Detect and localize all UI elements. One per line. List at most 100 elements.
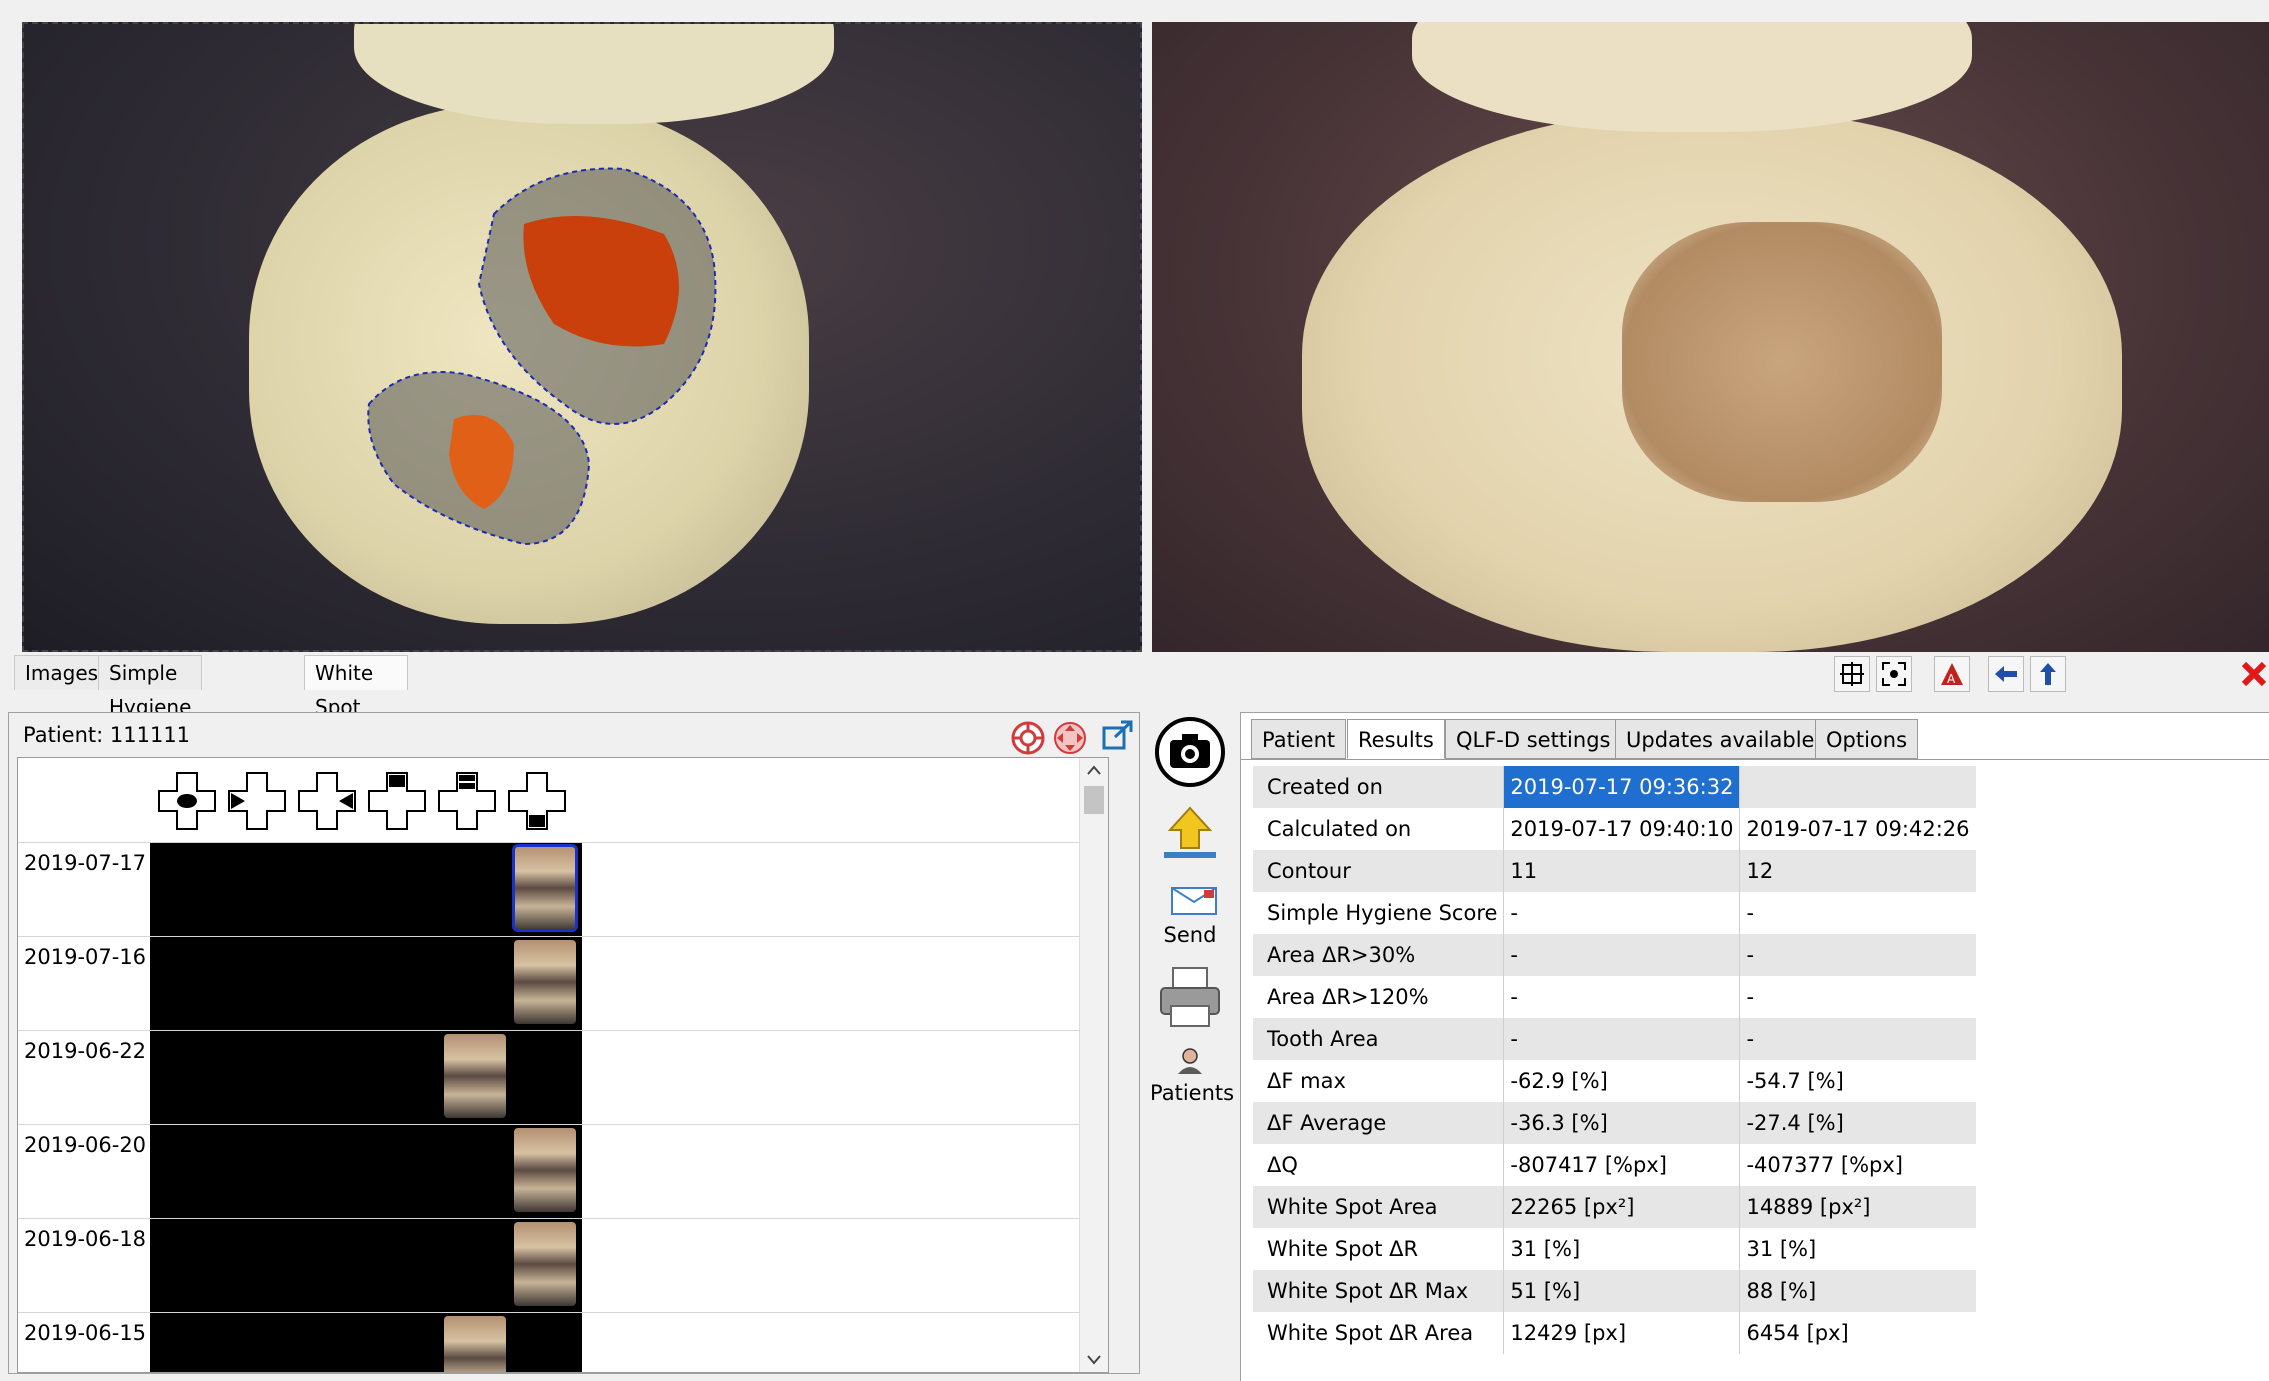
surface-palatal-icon[interactable] <box>503 764 571 838</box>
tab-results[interactable]: Results <box>1347 719 1445 759</box>
tab-qlf-d-settings[interactable]: QLF-D settings <box>1445 719 1622 759</box>
value-cell[interactable]: - <box>1739 1018 1976 1060</box>
upload-button[interactable] <box>1150 804 1230 867</box>
history-row[interactable]: 2019-06-22 <box>18 1030 1108 1125</box>
tab-simple-hygiene-score[interactable]: Simple Hygiene Score <box>98 655 203 753</box>
history-row[interactable]: 2019-06-15 <box>18 1312 1108 1372</box>
value-cell[interactable]: - <box>1739 976 1976 1018</box>
surface-distal-icon[interactable] <box>293 764 361 838</box>
row-label: Created on <box>1253 766 1504 808</box>
arrow-up-icon[interactable] <box>2030 656 2066 692</box>
value-cell[interactable]: -807417 [%px] <box>1503 1144 1740 1186</box>
value-cell[interactable]: - <box>1503 976 1740 1018</box>
popout-icon[interactable] <box>1101 719 1135 753</box>
value-cell[interactable]: - <box>1739 934 1976 976</box>
value-cell[interactable]: - <box>1503 934 1740 976</box>
history-row[interactable]: 2019-06-20 <box>18 1124 1108 1219</box>
results-body: Created on 2019-07-17 09:36:32 Calculate… <box>1241 759 2269 1381</box>
history-row[interactable]: 2019-06-18 <box>18 1218 1108 1313</box>
scroll-down-icon[interactable] <box>1086 1354 1102 1366</box>
image-history-grid[interactable]: 2019-07-17 2019-07-16 2019-06-22 2019-06… <box>17 757 1109 1373</box>
value-cell[interactable]: -27.4 [%] <box>1739 1102 1976 1144</box>
tab-options[interactable]: Options <box>1815 719 1919 759</box>
value-cell[interactable]: 2019-07-17 09:40:10 <box>1503 808 1740 850</box>
history-row[interactable]: 2019-07-17 <box>18 842 1108 937</box>
image-thumbnail[interactable] <box>444 1316 506 1372</box>
camera-button[interactable] <box>1150 716 1230 793</box>
row-label: White Spot ΔR Max <box>1253 1270 1504 1312</box>
patients-button[interactable]: Patients <box>1150 1046 1234 1105</box>
white-light-image-view[interactable] <box>1152 22 2269 652</box>
send-button[interactable]: Send <box>1150 884 1230 947</box>
table-row[interactable]: White Spot Area 22265 [px²] 14889 [px²] <box>1253 1186 1976 1228</box>
history-date: 2019-06-22 <box>24 1039 147 1063</box>
image-thumbnail[interactable] <box>514 1222 576 1306</box>
value-cell[interactable]: - <box>1503 1018 1740 1060</box>
table-row[interactable]: Contour 11 12 <box>1253 850 1976 892</box>
table-row[interactable]: ΔF max -62.9 [%] -54.7 [%] <box>1253 1060 1976 1102</box>
value-cell-selected[interactable]: 2019-07-17 09:36:32 <box>1503 766 1740 808</box>
fit-screen-icon[interactable] <box>1876 656 1912 692</box>
image-thumbnail[interactable] <box>444 1034 506 1118</box>
table-row[interactable]: ΔQ -807417 [%px] -407377 [%px] <box>1253 1144 1976 1186</box>
tab-patient[interactable]: Patient <box>1251 719 1347 759</box>
tab-updates-available[interactable]: Updates available <box>1615 719 1826 759</box>
camera-icon <box>1155 717 1225 787</box>
tab-images[interactable]: Images <box>14 655 110 690</box>
scroll-thumb[interactable] <box>1084 786 1104 814</box>
value-cell[interactable]: 11 <box>1503 850 1740 892</box>
value-cell[interactable]: 31 [%] <box>1739 1228 1976 1270</box>
value-cell[interactable]: 22265 [px²] <box>1503 1186 1740 1228</box>
table-row[interactable]: Simple Hygiene Score - - <box>1253 892 1976 934</box>
svg-text:A: A <box>1947 672 1956 686</box>
tab-white-spot-analysis[interactable]: White Spot Analysis <box>304 655 409 753</box>
table-row[interactable]: Area ΔR>120% - - <box>1253 976 1976 1018</box>
value-cell[interactable]: 6454 [px] <box>1739 1312 1976 1354</box>
lifebuoy-icon[interactable] <box>1009 719 1047 757</box>
table-row[interactable]: White Spot ΔR 31 [%] 31 [%] <box>1253 1228 1976 1270</box>
value-cell[interactable]: 12 <box>1739 850 1976 892</box>
row-label: Simple Hygiene Score <box>1253 892 1504 934</box>
close-icon[interactable] <box>2236 656 2269 692</box>
value-cell[interactable]: - <box>1503 892 1740 934</box>
table-row[interactable]: Area ΔR>30% - - <box>1253 934 1976 976</box>
surface-lingual-icon[interactable] <box>433 764 501 838</box>
value-cell[interactable]: 14889 [px²] <box>1739 1186 1976 1228</box>
value-cell[interactable]: 88 [%] <box>1739 1270 1976 1312</box>
print-button[interactable] <box>1150 964 1230 1035</box>
value-cell[interactable]: -54.7 [%] <box>1739 1060 1976 1102</box>
table-row[interactable]: Calculated on 2019-07-17 09:40:10 2019-0… <box>1253 808 1976 850</box>
value-cell[interactable]: 51 [%] <box>1503 1270 1740 1312</box>
surface-buccal-icon[interactable] <box>363 764 431 838</box>
scroll-up-icon[interactable] <box>1086 764 1102 776</box>
history-date: 2019-06-15 <box>24 1321 147 1345</box>
vertical-scrollbar[interactable] <box>1079 758 1108 1372</box>
value-cell[interactable]: 2019-07-17 09:42:26 <box>1739 808 1976 850</box>
contrast-icon[interactable]: A <box>1934 656 1970 692</box>
table-row[interactable]: ΔF Average -36.3 [%] -27.4 [%] <box>1253 1102 1976 1144</box>
surface-mesial-icon[interactable] <box>223 764 291 838</box>
move-arrows-icon[interactable] <box>1051 719 1089 757</box>
table-row[interactable]: Created on 2019-07-17 09:36:32 <box>1253 766 1976 808</box>
table-row[interactable]: White Spot ΔR Max 51 [%] 88 [%] <box>1253 1270 1976 1312</box>
crosshair-icon[interactable] <box>1834 656 1870 692</box>
fluorescence-image-view[interactable] <box>22 22 1142 652</box>
arrow-left-icon[interactable] <box>1988 656 2024 692</box>
value-cell[interactable]: -62.9 [%] <box>1503 1060 1740 1102</box>
table-row[interactable]: Tooth Area - - <box>1253 1018 1976 1060</box>
cavity-region <box>1622 222 1942 502</box>
value-cell[interactable]: -407377 [%px] <box>1739 1144 1976 1186</box>
table-row[interactable]: White Spot ΔR Area 12429 [px] 6454 [px] <box>1253 1312 1976 1354</box>
image-thumbnail[interactable] <box>514 1128 576 1212</box>
surface-occlusal-icon[interactable] <box>153 764 221 838</box>
value-cell[interactable] <box>1739 766 1976 808</box>
history-row[interactable]: 2019-07-16 <box>18 936 1108 1031</box>
image-thumbnail[interactable] <box>514 940 576 1024</box>
value-cell[interactable]: -36.3 [%] <box>1503 1102 1740 1144</box>
row-label: Area ΔR>30% <box>1253 934 1504 976</box>
value-cell[interactable]: - <box>1739 892 1976 934</box>
value-cell[interactable]: 31 [%] <box>1503 1228 1740 1270</box>
image-thumbnail[interactable] <box>512 844 578 932</box>
row-label: Contour <box>1253 850 1504 892</box>
value-cell[interactable]: 12429 [px] <box>1503 1312 1740 1354</box>
